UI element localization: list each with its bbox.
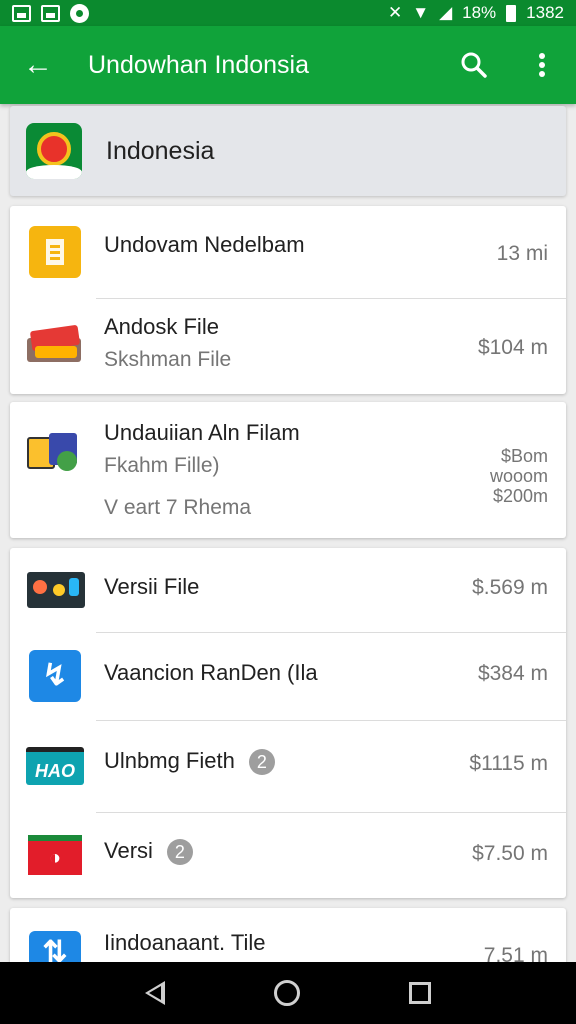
flag-app-icon: ◑ [24, 826, 86, 884]
size-line: wooom [489, 466, 548, 486]
item-title: Undovam Nedelbam [104, 232, 305, 257]
notification-icons [12, 3, 89, 23]
battery-level: 18% [462, 3, 497, 22]
signal-icon: ◢ [439, 3, 453, 22]
item-title: Vaancion RanDen (Ila [104, 660, 318, 685]
game-icon [24, 561, 86, 619]
list-item[interactable]: Versii File $.569 m [10, 548, 566, 632]
status-bar: ✕ ▼ ◢ 18% 1382 [0, 0, 576, 26]
item-size: $7.50 m [472, 842, 548, 865]
search-icon[interactable] [440, 26, 508, 104]
app-bar-title: Undowhan Indonsia [88, 50, 309, 79]
image-notification-icon [12, 4, 31, 22]
battery-icon [506, 4, 517, 22]
file-card-2: Undauiian Aln Filam Fkahm Fille) V eart … [10, 402, 566, 538]
nav-recents-icon[interactable] [409, 982, 432, 1004]
item-size: $104 m [477, 336, 548, 359]
country-header[interactable]: Indonesia [10, 106, 566, 196]
item-title: Iindoanaant. Tile [104, 930, 266, 955]
gallery-notification-icon [41, 4, 60, 22]
list-item[interactable]: Undauiian Aln Filam Fkahm Fille) V eart … [10, 402, 566, 538]
country-label: Indonesia [106, 136, 215, 165]
list-item[interactable]: HAO Ulnbmg Fieth 2 $1115 m [10, 720, 566, 812]
app-blue-icon: ↯ [24, 647, 86, 705]
list-item[interactable]: ⇅ Iindoanaant. Tile 7.51 m [10, 908, 566, 968]
books-icon [24, 317, 86, 375]
item-subtitle: Skshman File [104, 348, 232, 371]
media-bundle-icon [24, 422, 86, 480]
app-bar: ← Undowhan Indonsia [0, 26, 576, 104]
count-badge: 2 [248, 749, 275, 776]
clock: 1382 [526, 3, 564, 22]
nav-back-icon[interactable] [144, 981, 165, 1005]
item-size: 13 mi [496, 242, 548, 265]
file-card-3: Versii File $.569 m ↯ Vaancion RanDen (I… [10, 548, 566, 898]
hao-app-icon: HAO [24, 737, 86, 795]
mute-icon: ✕ [387, 3, 403, 22]
list-item[interactable]: ↯ Vaancion RanDen (Ila $384 m [10, 632, 566, 720]
list-item[interactable]: Undovam Nedelbam 13 mi [10, 206, 566, 298]
item-title: Ulnbmg Fieth 2 [104, 748, 456, 776]
arrow-back-icon[interactable]: ← [0, 26, 76, 104]
file-card-1: Undovam Nedelbam 13 mi Andosk File Skshm… [10, 206, 566, 394]
item-title: Versii File [104, 574, 200, 599]
wifi-icon: ▼ [412, 3, 430, 22]
nav-home-icon[interactable] [273, 980, 300, 1006]
item-detail: V eart 7 Rhema [104, 496, 252, 519]
system-nav-bar [0, 962, 576, 1024]
item-title: Andosk File [104, 314, 219, 339]
record-notification-icon [70, 3, 89, 23]
count-badge: 2 [166, 839, 193, 866]
system-icons: ✕ ▼ ◢ 18% 1382 [388, 3, 564, 23]
size-line: $200m [492, 486, 548, 506]
item-sizes: $Bom wooom $200m [490, 446, 548, 506]
item-size: $.569 m [472, 576, 548, 599]
list-item[interactable]: ◑ Versi 2 $7.50 m [10, 812, 566, 898]
more-vert-icon[interactable] [508, 26, 576, 104]
file-card-4: ⇅ Iindoanaant. Tile 7.51 m [10, 908, 566, 968]
item-title: Versi 2 [104, 838, 456, 866]
item-size: $1115 m [469, 752, 548, 775]
item-title: Undauiian Aln Filam [104, 420, 300, 445]
item-subtitle: Fkahm Fille) [104, 454, 220, 477]
item-size: $384 m [477, 662, 548, 685]
list-item[interactable]: Andosk File Skshman File $104 m [10, 298, 566, 394]
size-line: $Bom [500, 446, 548, 466]
document-icon [24, 223, 86, 281]
indonesia-logo-icon [26, 123, 82, 179]
